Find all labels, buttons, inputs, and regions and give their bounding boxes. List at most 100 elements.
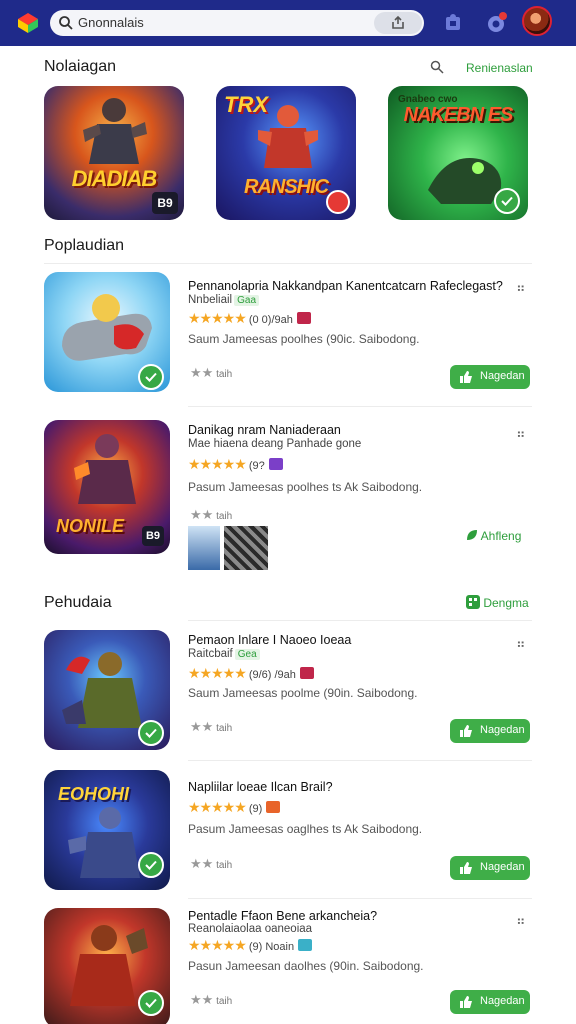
- mini-rating-label: taih: [216, 996, 233, 1007]
- get-button[interactable]: Nagedan: [450, 856, 530, 880]
- age-rating-badge: B9: [152, 192, 178, 214]
- rating-tag-icon: [296, 312, 311, 324]
- rating-row: ★★★★★ (0 0)/9ah: [188, 310, 311, 327]
- rating-tag-icon: [298, 939, 313, 951]
- rating-count: (9): [248, 803, 263, 815]
- app-thumbnail[interactable]: [44, 630, 170, 750]
- app-badge: Gaa: [234, 295, 260, 306]
- mini-rating: ★★ taih: [190, 365, 233, 380]
- divider: [188, 406, 532, 407]
- thumbs-up-icon: [460, 725, 472, 737]
- featured-section-title: Nolaiagan: [44, 58, 117, 75]
- screenshot-thumbnail[interactable]: [224, 526, 268, 570]
- installed-check-icon: [138, 990, 164, 1016]
- divider: [188, 760, 532, 761]
- get-button-label: Nagedan: [480, 724, 525, 736]
- app-description: Saum Jameesas poolme (90in. Saibodong.: [188, 686, 418, 700]
- puzzle-icon[interactable]: [442, 12, 464, 34]
- app-description: Pasum Jameesas oaglhes ts Ak Saibodong.: [188, 822, 423, 836]
- rating-tag-icon: [268, 458, 283, 470]
- app-subtitle: Mae hiaena deang Panhade gone: [188, 438, 362, 450]
- grid-icon: [466, 595, 480, 609]
- get-button[interactable]: Nagedan: [450, 719, 530, 743]
- divider: [188, 898, 532, 899]
- app-title[interactable]: Pemaon Inlare I Naoeo Ioeaa: [188, 633, 351, 647]
- screenshot-thumbnail[interactable]: [188, 526, 220, 570]
- leaf-icon: [467, 530, 477, 540]
- app-subtitle: Nnbeliail Gaa: [188, 294, 260, 306]
- featured-game-card[interactable]: DIADIAB B9: [44, 86, 184, 220]
- featured-game-card[interactable]: Gnabeo cwo NAKEBN ES: [388, 86, 528, 220]
- age-rating-badge: B9: [142, 526, 164, 546]
- app-thumbnail[interactable]: [44, 272, 170, 392]
- search-input[interactable]: Gnonnalais: [78, 15, 144, 30]
- app-developer: Nnbeliail: [188, 294, 233, 306]
- mini-rating-label: taih: [216, 723, 233, 734]
- rating-count: (0 0)/9ah: [248, 314, 293, 326]
- thumbs-up-icon: [460, 862, 472, 874]
- rating-count: (9) Noain: [248, 941, 295, 953]
- rating-row: ★★★★★ (9) Noain: [188, 937, 313, 954]
- installed-check-icon: [138, 852, 164, 878]
- search-icon: [59, 16, 73, 30]
- avatar[interactable]: [522, 6, 552, 36]
- get-button-label: Nagedan: [480, 861, 525, 873]
- mini-rating: ★★ taih: [190, 507, 233, 522]
- rating-row: ★★★★★ (9?: [188, 456, 283, 473]
- app-description: Saum Jameesas poolhes (90ic. Saibodong.: [188, 332, 420, 346]
- store-logo-icon[interactable]: [16, 11, 40, 35]
- featured-title: DIADIAB: [71, 166, 158, 191]
- more-options-icon[interactable]: ⠶: [516, 280, 525, 296]
- app-title[interactable]: Danikag nram Naniaderaan: [188, 423, 341, 437]
- badge-icon: [326, 190, 350, 214]
- get-button-label: Nagedan: [480, 995, 525, 1007]
- rating-stars: ★★★★★: [188, 799, 247, 815]
- rating-row: ★★★★★ (9/6) /9ah: [188, 665, 314, 682]
- more-options-icon[interactable]: ⠶: [516, 636, 525, 652]
- notification-icon[interactable]: [486, 12, 508, 34]
- app-title[interactable]: Napliilar loeae Ilcan Brail?: [188, 780, 333, 794]
- top-bar: Gnonnalais: [0, 0, 576, 46]
- installed-check-icon: [138, 364, 164, 390]
- publications-section-title: Pehudaia: [44, 594, 112, 611]
- app-thumbnail[interactable]: [44, 908, 170, 1024]
- mini-rating: ★★ taih: [190, 719, 233, 734]
- app-subtitle: Reanolaiaolaa oaneoiaa: [188, 923, 313, 935]
- rating-count: (9/6) /9ah: [248, 669, 296, 681]
- app-title[interactable]: Pennanolapria Nakkandpan Kanentcatcarn R…: [188, 279, 503, 293]
- app-badge: Gea: [234, 649, 260, 660]
- rating-stars: ★★★★★: [188, 456, 247, 472]
- app-thumbnail[interactable]: EOHOHI: [44, 770, 170, 890]
- app-thumbnail[interactable]: NONILE B9: [44, 420, 170, 554]
- more-options-icon[interactable]: ⠶: [516, 426, 525, 442]
- mini-rating: ★★ taih: [190, 992, 233, 1007]
- divider: [44, 263, 532, 264]
- warrior-figure-icon: [74, 434, 136, 504]
- follow-link[interactable]: Ahfleng: [466, 529, 521, 543]
- search-action-button[interactable]: [374, 12, 422, 34]
- get-button[interactable]: Nagedan: [450, 990, 530, 1014]
- mini-rating-label: taih: [216, 511, 233, 522]
- app-description: Pasun Jameesan daolhes (90in. Saibodong.: [188, 959, 424, 973]
- more-options-icon[interactable]: ⠶: [516, 913, 525, 929]
- search-bar[interactable]: Gnonnalais: [50, 10, 424, 36]
- rating-row: ★★★★★ (9): [188, 799, 281, 816]
- publications-see-more-link[interactable]: Dengma: [466, 595, 529, 610]
- app-developer: Raitcbaif: [188, 648, 233, 660]
- app-title[interactable]: Pentadle Ffaon Bene arkancheia?: [188, 909, 377, 923]
- get-button-label: Nagedan: [480, 370, 525, 382]
- search-icon[interactable]: [430, 60, 444, 74]
- popular-section-title: Poplaudian: [44, 237, 125, 254]
- thumbnail-title: NONILE: [56, 516, 125, 536]
- installed-check-icon: [494, 188, 520, 214]
- app-subtitle: Raitcbaif Gea: [188, 648, 260, 660]
- thumbs-up-icon: [460, 996, 472, 1008]
- featured-see-more-link[interactable]: Renienaslan: [466, 61, 533, 75]
- featured-game-card[interactable]: TRX RANSHIC: [216, 86, 356, 220]
- mini-rating: ★★ taih: [190, 856, 233, 871]
- rating-tag-icon: [299, 667, 314, 679]
- rating-count: (9?: [248, 460, 265, 472]
- share-icon: [392, 15, 404, 29]
- get-button[interactable]: Nagedan: [450, 365, 530, 389]
- gamepad-icon: [62, 294, 152, 361]
